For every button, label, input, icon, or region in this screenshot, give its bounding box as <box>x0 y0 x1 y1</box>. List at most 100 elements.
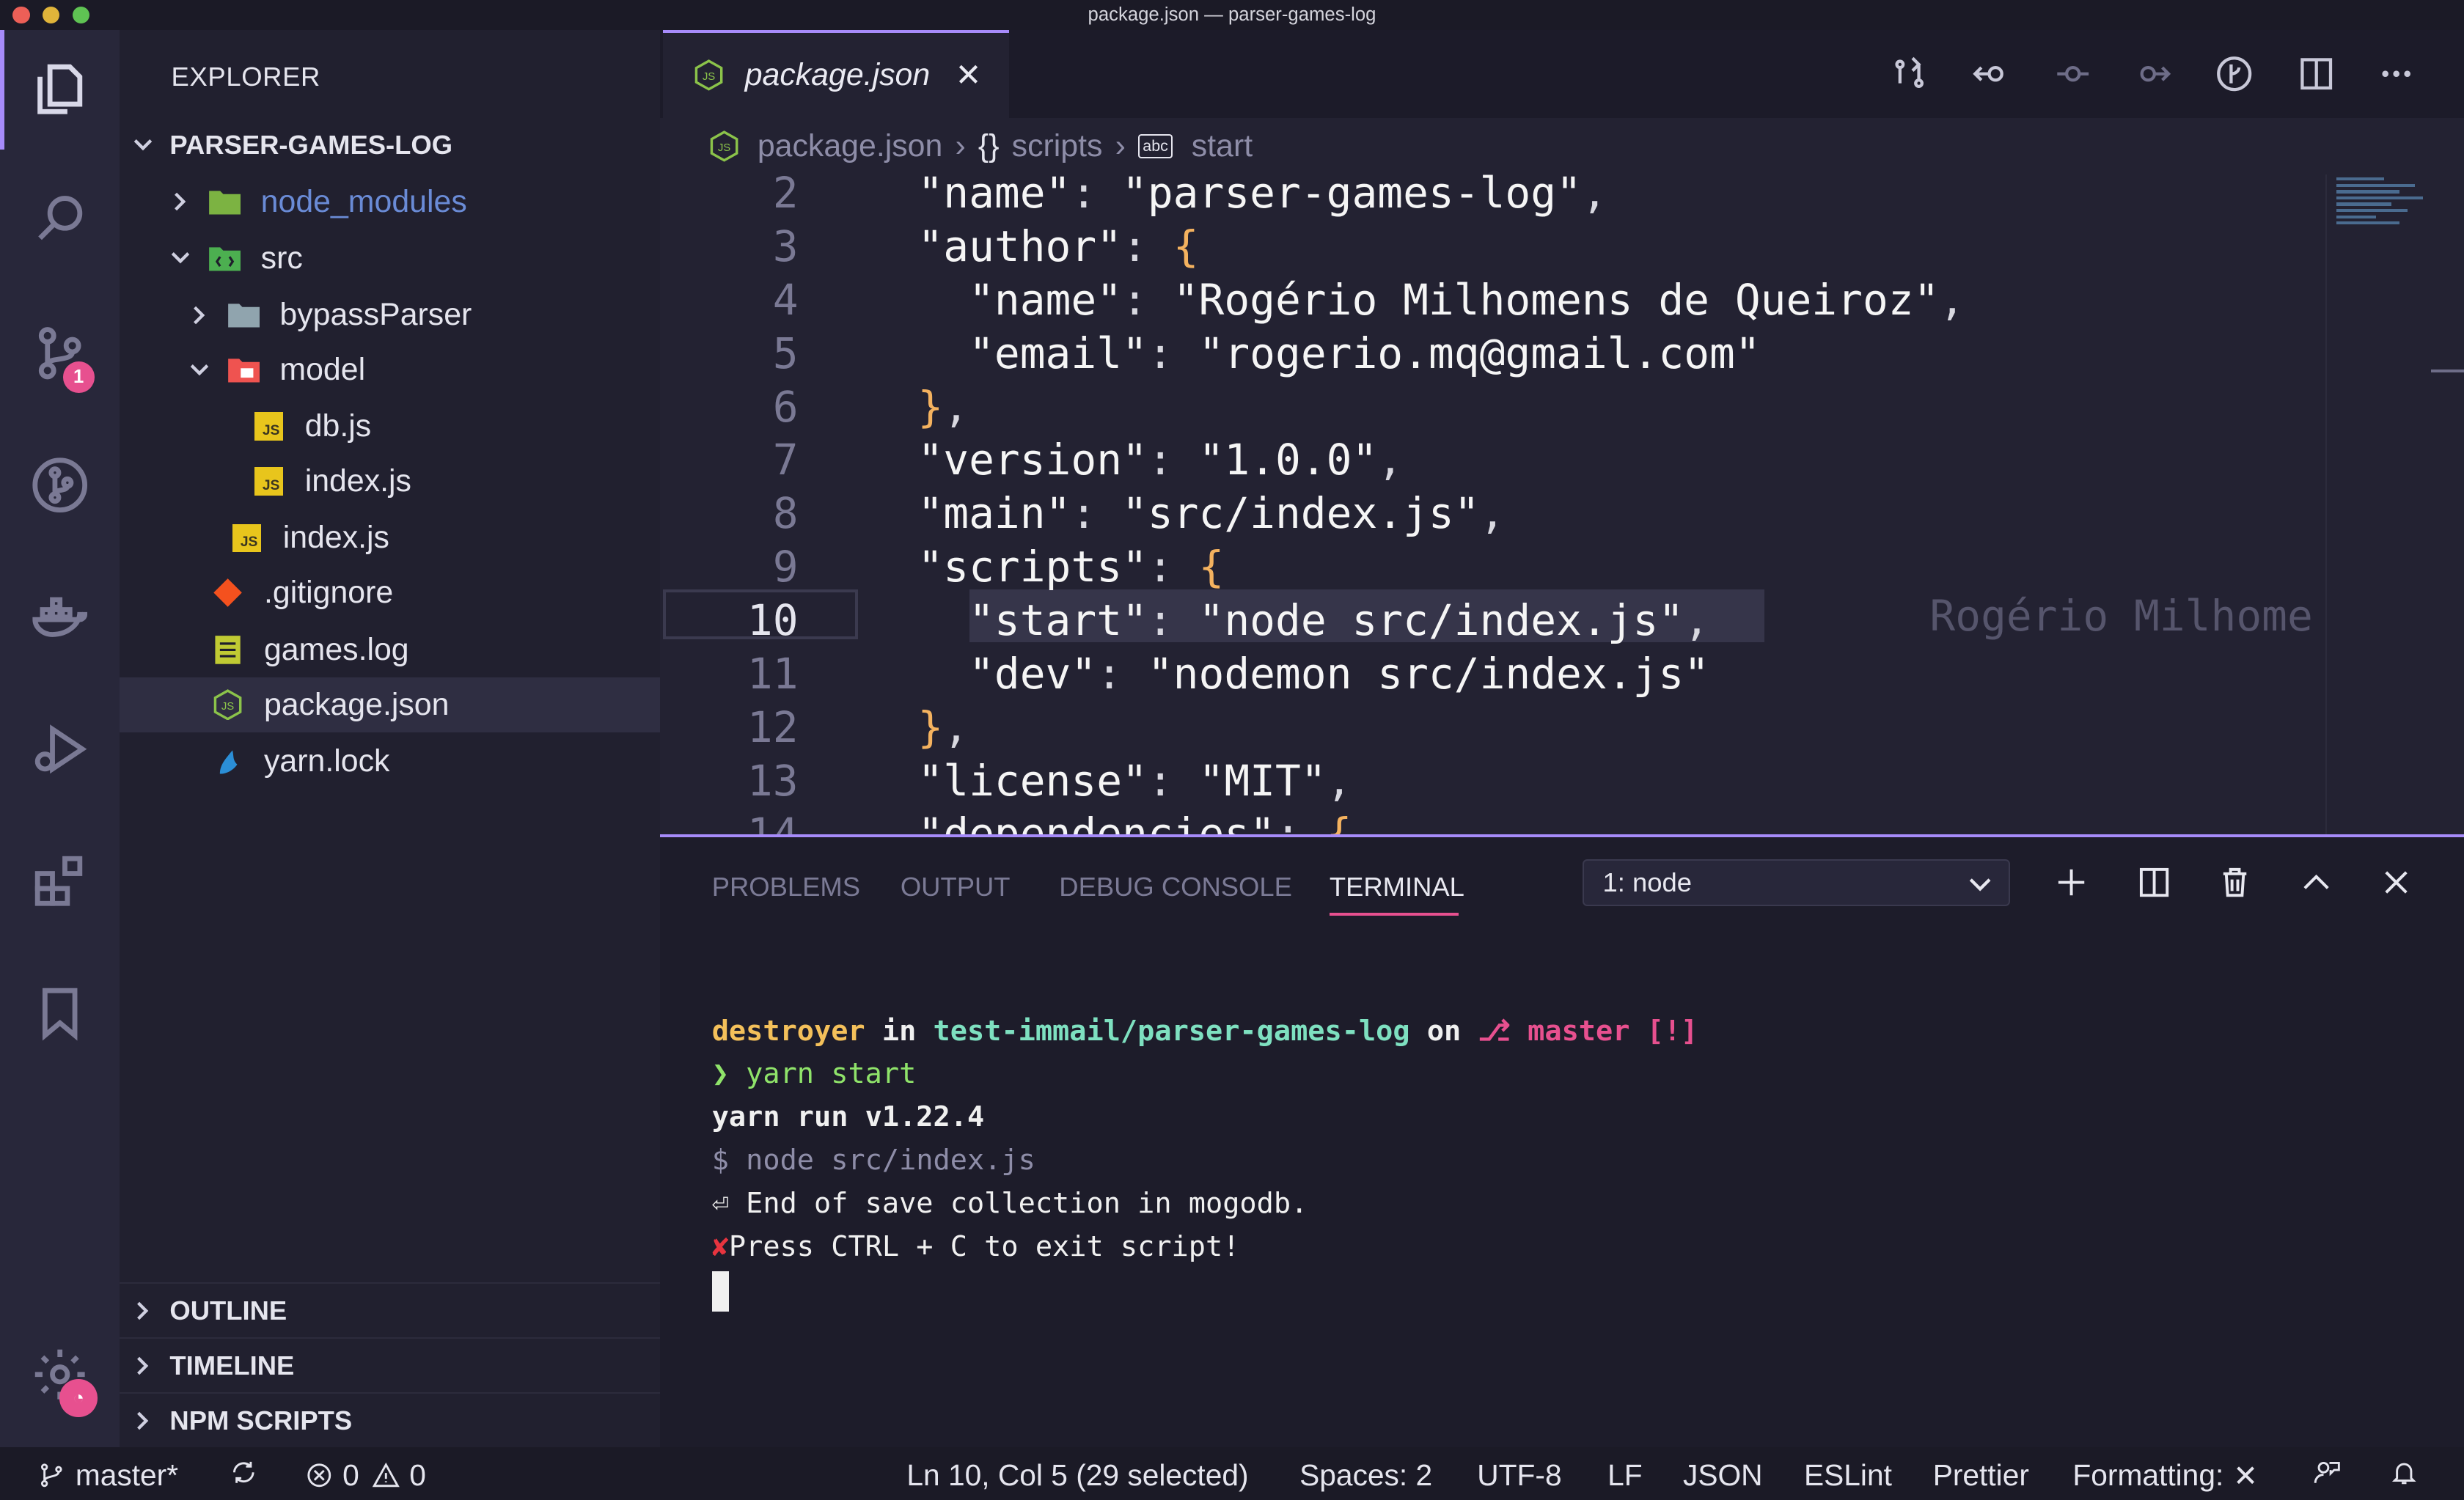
scrollbar-thumb[interactable] <box>2430 369 2464 372</box>
open-changes-icon[interactable] <box>1888 52 1932 96</box>
prettier-status[interactable]: Prettier <box>1933 1458 2029 1493</box>
code-line[interactable]: 6}, <box>660 380 2325 434</box>
language-status[interactable]: JSON <box>1683 1458 1763 1493</box>
chevron-down-icon <box>190 364 209 375</box>
git-branch-icon <box>41 1463 63 1487</box>
code-line[interactable]: 8 "main": "src/index.js", <box>660 487 2325 540</box>
code-line[interactable]: 4 "name": "Rogério Milhomens de Queiroz"… <box>660 273 2325 327</box>
encoding-status[interactable]: UTF-8 <box>1477 1458 1561 1493</box>
nodejs-file-icon: JS <box>707 130 741 162</box>
bookmarks-icon[interactable] <box>25 979 94 1048</box>
line-text: "email": "rogerio.mq@gmail.com" <box>969 328 1761 378</box>
code-line[interactable]: 14 "dependencies": { <box>660 807 2325 834</box>
scm-badge: 1 <box>62 361 95 393</box>
eslint-status[interactable]: ESLint <box>1804 1458 1892 1493</box>
eol-status[interactable]: LF <box>1607 1458 1643 1493</box>
split-terminal-icon[interactable] <box>2134 862 2175 903</box>
more-actions-icon[interactable] <box>2375 52 2419 96</box>
minimap-line <box>2336 177 2384 181</box>
return-icon: ⏎ <box>711 1187 729 1221</box>
minimap[interactable] <box>2325 174 2464 834</box>
feedback-button[interactable] <box>2313 1458 2350 1487</box>
code-line[interactable]: 2 "name": "parser-games-log", <box>660 174 2325 220</box>
split-editor-icon[interactable] <box>2295 52 2339 96</box>
tree-item-package-json[interactable]: JS package.json <box>119 677 752 732</box>
indentation-status[interactable]: Spaces: 2 <box>1299 1458 1432 1493</box>
tree-item-node-modules[interactable]: node_modules <box>120 174 711 229</box>
explorer-icon[interactable] <box>25 55 94 124</box>
tab-package-json[interactable]: JS package.json ✕ <box>663 29 1009 118</box>
line-number: 9 <box>772 542 799 592</box>
breadcrumb-file[interactable]: package.json <box>758 128 942 164</box>
svg-text:JS: JS <box>221 699 235 712</box>
tab-output[interactable]: OUTPUT <box>901 872 1011 902</box>
maximize-panel-icon[interactable] <box>2296 862 2337 903</box>
exit-message: Press CTRL + C to exit script! <box>728 1230 1240 1264</box>
tab-debug-console[interactable]: DEBUG CONSOLE <box>1059 872 1292 902</box>
new-terminal-icon[interactable] <box>2050 862 2091 903</box>
close-tab-icon[interactable]: ✕ <box>955 57 981 94</box>
chevron-down-icon <box>172 252 190 264</box>
breadcrumb: JS package.json › {} scripts › abc start <box>660 117 2464 174</box>
commit-icon[interactable] <box>2050 52 2094 96</box>
explorer-root[interactable]: PARSER-GAMES-LOG <box>120 118 672 173</box>
tree-item-model[interactable]: model <box>120 342 729 397</box>
code-line[interactable]: 7 "version": "1.0.0", <box>660 433 2325 487</box>
run-debug-icon[interactable] <box>25 715 94 784</box>
cursor-position[interactable]: Ln 10, Col 5 (29 selected) <box>906 1458 1248 1493</box>
branch-status[interactable]: master* <box>37 1458 178 1493</box>
bottom-panel: PROBLEMS OUTPUT DEBUG CONSOLE TERMINAL 1… <box>660 834 2464 1450</box>
formatting-status[interactable]: Formatting: ✕ <box>2072 1458 2258 1493</box>
code-line[interactable]: 12}, <box>660 701 2325 754</box>
feedback-icon <box>2314 1461 2341 1483</box>
tree-item-label: package.json <box>263 686 450 722</box>
search-icon[interactable] <box>25 184 94 253</box>
git-graph-icon[interactable] <box>25 451 94 520</box>
tree-item-label: src <box>260 240 303 276</box>
line-text: }, <box>917 381 969 432</box>
breadcrumb-separator: › <box>955 128 966 163</box>
tree-item-games-log[interactable]: games.log <box>120 622 751 677</box>
line-number: 11 <box>747 648 799 699</box>
tab-label: package.json <box>744 57 931 93</box>
active-tab-underline <box>1329 912 1459 916</box>
docker-icon[interactable] <box>25 583 94 652</box>
problems-status[interactable]: 0 0 <box>305 1458 426 1493</box>
terminal-select[interactable]: 1: node <box>1582 859 2010 907</box>
tree-item-yarn-lock[interactable]: yarn.lock <box>120 734 751 789</box>
prompt-branch: master <box>1528 1014 1630 1048</box>
npm-scripts-section[interactable]: NPM SCRIPTS <box>119 1391 673 1449</box>
git-graph-icon[interactable] <box>2212 52 2256 96</box>
trash-icon[interactable] <box>2214 862 2255 903</box>
next-change-icon[interactable] <box>2131 52 2175 96</box>
terminal-output[interactable]: destroyer in test-immail/parser-games-lo… <box>711 1010 1698 1312</box>
timeline-section[interactable]: TIMELINE <box>119 1337 673 1394</box>
line-number: 3 <box>772 221 799 271</box>
warning-icon <box>372 1462 400 1487</box>
sync-button[interactable] <box>230 1458 267 1487</box>
formatting-off-icon: ✕ <box>2233 1458 2259 1493</box>
code-line[interactable]: 3 "author": { <box>660 220 2325 273</box>
extensions-icon[interactable] <box>25 847 94 916</box>
svg-text:JS: JS <box>703 70 716 83</box>
code-line[interactable]: 11 "dev": "nodemon src/index.js" <box>660 647 2325 701</box>
tree-item-bypassparser[interactable]: bypassParser <box>120 287 729 342</box>
code-editor[interactable]: 2 "name": "parser-games-log", 3 "author": {… <box>660 174 2464 834</box>
close-panel-icon[interactable] <box>2376 862 2417 903</box>
tab-problems[interactable]: PROBLEMS <box>712 872 860 902</box>
code-line[interactable]: 5 "email": "rogerio.mq@gmail.com" <box>660 327 2325 380</box>
tree-item-src[interactable]: src <box>120 231 711 286</box>
code-line[interactable]: 13 "license": "MIT", <box>660 754 2325 808</box>
outline-section[interactable]: OUTLINE <box>119 1282 673 1339</box>
breadcrumb-start[interactable]: start <box>1192 128 1253 164</box>
tab-terminal[interactable]: TERMINAL <box>1330 872 1464 902</box>
code-line[interactable]: 9 "scripts": { <box>660 540 2325 594</box>
notifications-button[interactable] <box>2390 1458 2427 1487</box>
title-bar: package.json — parser-games-log <box>0 0 2464 30</box>
tree-item-gitignore[interactable]: .gitignore <box>120 565 751 620</box>
tree-item-label: db.js <box>304 408 372 444</box>
breadcrumb-scripts[interactable]: scripts <box>1012 128 1103 164</box>
formatting-label: Formatting: <box>2072 1458 2224 1493</box>
section-label: TIMELINE <box>169 1350 295 1381</box>
previous-change-icon[interactable] <box>1969 52 2013 96</box>
